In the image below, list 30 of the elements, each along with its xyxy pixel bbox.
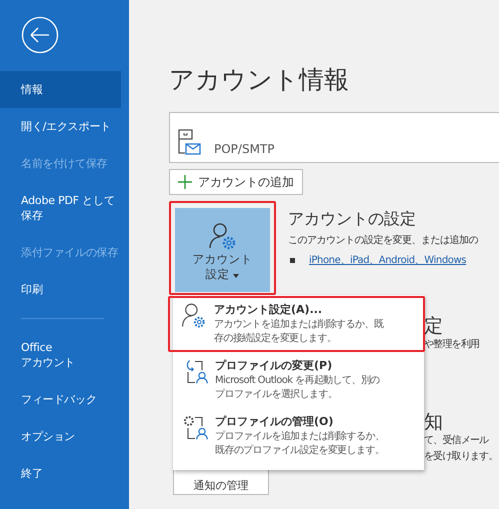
- user-gear-icon: [208, 222, 238, 252]
- account-settings-button[interactable]: アカウント 設定: [175, 208, 270, 292]
- caret-icon: [233, 274, 240, 278]
- page-title: アカウント情報: [169, 64, 350, 96]
- sidebar-item[interactable]: 情報: [0, 71, 121, 108]
- section-heading: 知: [424, 411, 443, 433]
- section-description: て、受信メール: [424, 434, 490, 448]
- menu-item[interactable]: プロファイルの管理(O) プロファイルを追加または削除するか、既存のプロファイル設定を変更します。: [173, 408, 424, 464]
- device-link[interactable]: iPhone、iPad、Android、Windows: [309, 253, 466, 267]
- add-account-button[interactable]: アカウントの追加: [169, 169, 303, 195]
- bullet-icon: [290, 258, 295, 262]
- account-selector[interactable]: POP/SMTP: [169, 112, 499, 163]
- menu-item[interactable]: プロファイルの変更(P) Microsoft Outlook を再起動して、別のプロファイルを選択します。: [173, 352, 424, 408]
- account-type: POP/SMTP: [214, 142, 274, 158]
- section-heading: アカウントの設定: [288, 208, 417, 230]
- menu-item[interactable]: アカウント設定(A)... アカウントを追加または削除するか、既存の接続設定を変更します。: [168, 296, 425, 352]
- profile-gear-icon: [181, 414, 209, 442]
- sidebar-item[interactable]: Adobe PDF として保存: [0, 182, 121, 234]
- sidebar-item[interactable]: フィードバック: [0, 381, 121, 418]
- sidebar-item[interactable]: Office アカウント: [0, 329, 121, 381]
- plus-icon: [178, 175, 192, 189]
- section-description: を受け取ります。: [424, 450, 499, 464]
- sidebar-item[interactable]: 印刷: [0, 271, 121, 308]
- section-description: や整理を利用: [424, 338, 480, 352]
- section-heading: 定: [424, 315, 444, 337]
- back-icon[interactable]: [21, 16, 59, 54]
- section-description: このアカウントの設定を変更、または追加の: [288, 234, 478, 247]
- sidebar-item[interactable]: 終了: [0, 455, 121, 492]
- sidebar-item[interactable]: 開く/エクスポート: [0, 108, 121, 145]
- sidebar-item[interactable]: オプション: [0, 418, 121, 455]
